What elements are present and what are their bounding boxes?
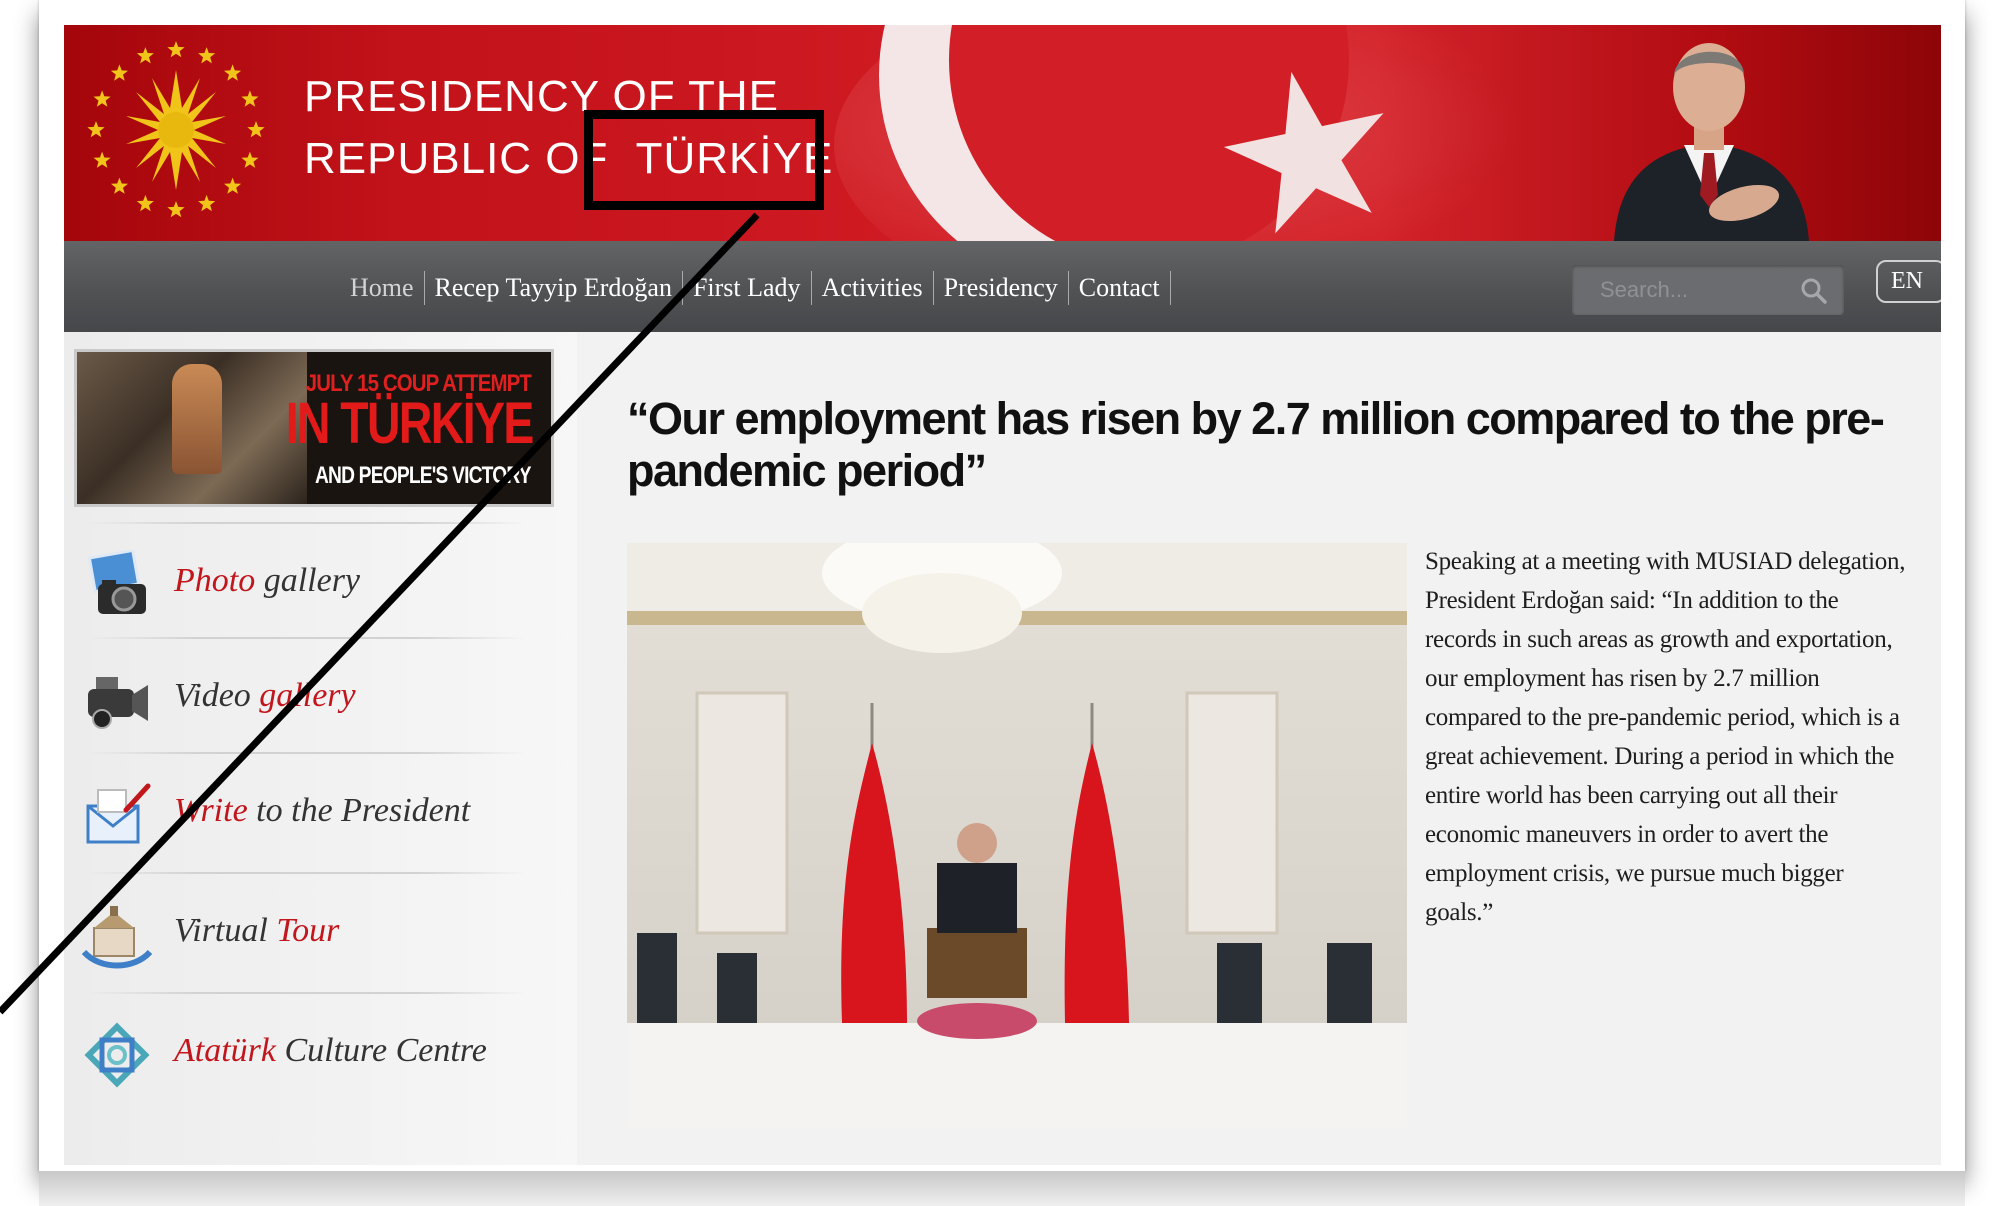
seal-star <box>136 47 154 64</box>
sidebar-item-label: Write to the President <box>174 792 471 829</box>
knot-emblem-icon <box>84 1022 150 1088</box>
banner-line3: AND PEOPLE'S VICTORY <box>315 462 532 489</box>
divider <box>86 522 526 524</box>
divider <box>86 752 526 754</box>
divider <box>86 872 526 874</box>
banner-line2: IN TÜRKİYE <box>286 391 535 456</box>
site-title-republic: REPUBLIC OF <box>304 134 609 183</box>
coup-attempt-banner[interactable]: JULY 15 COUP ATTEMPT IN TÜRKİYE AND PEOP… <box>74 349 554 507</box>
sidebar-item-virtual-tour[interactable]: Virtual Tour <box>64 872 534 990</box>
seal-star <box>167 201 185 218</box>
nav-first-lady[interactable]: First Lady <box>683 271 812 305</box>
sidebar: JULY 15 COUP ATTEMPT IN TÜRKİYE AND PEOP… <box>64 332 577 1165</box>
sidebar-item-video-gallery[interactable]: Video gallery <box>64 637 534 755</box>
meeting-photo <box>627 543 1407 1127</box>
nav-home[interactable]: Home <box>340 271 425 305</box>
sidebar-item-ataturk-culture-centre[interactable]: Atatürk Culture Centre <box>64 992 534 1110</box>
sidebar-item-label: Atatürk Culture Centre <box>174 1032 487 1069</box>
nav-presidency[interactable]: Presidency <box>934 271 1069 305</box>
sidebar-item-label: Photo gallery <box>174 562 361 599</box>
seal-star <box>198 47 216 64</box>
seal-star <box>167 41 185 58</box>
sidebar-item-write-to-president[interactable]: Write to the President <box>64 752 534 870</box>
frame-shadow-band <box>39 1171 1965 1206</box>
camera-icon <box>87 550 146 614</box>
seal-star <box>136 194 154 212</box>
sidebar-item-label: Video gallery <box>174 677 356 714</box>
article-body: Speaking at a meeting with MUSIAD delega… <box>1425 548 1906 926</box>
nav-menu: Home Recep Tayyip Erdoğan First Lady Act… <box>340 271 1171 305</box>
article-photo[interactable] <box>627 543 1407 1127</box>
sidebar-item-label: Virtual Tour <box>174 912 340 949</box>
building-icon <box>82 906 152 969</box>
website: PRESIDENCY OF THE REPUBLIC OF TÜRKİYE Ho… <box>64 25 1941 1165</box>
seal-star <box>224 177 242 194</box>
sidebar-item-photo-gallery[interactable]: Photo gallery <box>64 522 534 640</box>
search-icon[interactable] <box>1800 277 1828 305</box>
nav-erdogan[interactable]: Recep Tayyip Erdoğan <box>425 271 683 305</box>
seal-star <box>241 90 259 107</box>
video-camera-icon <box>88 677 148 729</box>
main-nav: Home Recep Tayyip Erdoğan First Lady Act… <box>64 241 1941 332</box>
divider <box>86 992 526 994</box>
seal-star <box>110 177 128 194</box>
seal-star <box>87 121 105 138</box>
divider <box>86 637 526 639</box>
seal-star <box>110 64 128 81</box>
search-placeholder: Search... <box>1600 277 1689 302</box>
seal-star <box>224 64 242 81</box>
nav-contact[interactable]: Contact <box>1069 271 1171 305</box>
header-banner: PRESIDENCY OF THE REPUBLIC OF TÜRKİYE <box>64 25 1941 241</box>
language-selector[interactable]: EN <box>1876 260 1941 303</box>
president-portrait <box>1614 43 1809 241</box>
nav-activities[interactable]: Activities <box>812 271 934 305</box>
article-headline[interactable]: “Our employment has risen by 2.7 million… <box>627 393 1887 497</box>
seal-star <box>93 151 111 168</box>
seal-star <box>241 151 259 168</box>
letter-icon <box>86 783 151 844</box>
presidential-seal-icon[interactable] <box>76 30 276 230</box>
seal-star <box>198 194 216 212</box>
annotation-highlight-box <box>584 110 824 210</box>
seal-star <box>247 121 265 138</box>
search-input[interactable]: Search... <box>1572 265 1844 315</box>
seal-star <box>93 90 111 107</box>
